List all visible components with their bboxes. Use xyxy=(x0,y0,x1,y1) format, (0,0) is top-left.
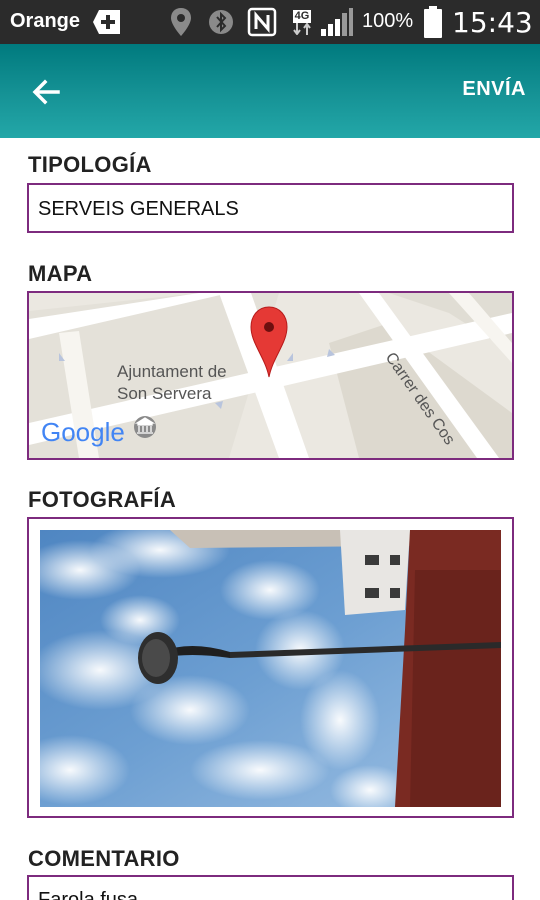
clock: 15:43 xyxy=(452,6,533,39)
carrier-name: Orange xyxy=(10,10,81,32)
bluetooth-icon xyxy=(208,8,234,36)
arrow-left-icon xyxy=(32,79,60,105)
typology-field[interactable]: SERVEIS GENERALS xyxy=(27,183,514,233)
network-type-icon: 4G xyxy=(290,8,314,36)
comment-field[interactable]: Farola fusa xyxy=(27,875,514,900)
network-badge: 4G xyxy=(292,9,312,23)
comment-value: Farola fusa xyxy=(38,889,139,900)
town-hall-icon xyxy=(134,416,156,438)
add-icon xyxy=(92,8,122,36)
typology-label: TIPOLOGÍA xyxy=(28,152,152,177)
send-button[interactable]: ENVÍA xyxy=(462,78,526,101)
photo-label: FOTOGRAFÍA xyxy=(28,487,177,512)
back-button[interactable] xyxy=(26,72,66,112)
map-place-label-2: Son Servera xyxy=(117,384,212,403)
status-bar: Orange 4G 100% 15:43 xyxy=(0,0,540,44)
signal-icon xyxy=(320,8,354,36)
battery-icon xyxy=(424,6,442,38)
typology-value: SERVEIS GENERALS xyxy=(38,198,239,220)
map-view[interactable]: Ajuntament de Son Servera Carrer des Cos… xyxy=(27,291,514,460)
map-label: MAPA xyxy=(28,261,93,286)
location-icon xyxy=(170,8,192,36)
google-logo: Google xyxy=(41,417,125,447)
nfc-icon xyxy=(247,7,277,37)
battery-percent: 100% xyxy=(362,10,414,32)
comment-label: COMENTARIO xyxy=(28,846,180,871)
street-lamp-photo xyxy=(40,530,501,807)
map-place-label: Ajuntament de xyxy=(117,362,227,381)
app-bar: ENVÍA xyxy=(0,44,540,138)
photo-frame[interactable] xyxy=(27,517,514,818)
